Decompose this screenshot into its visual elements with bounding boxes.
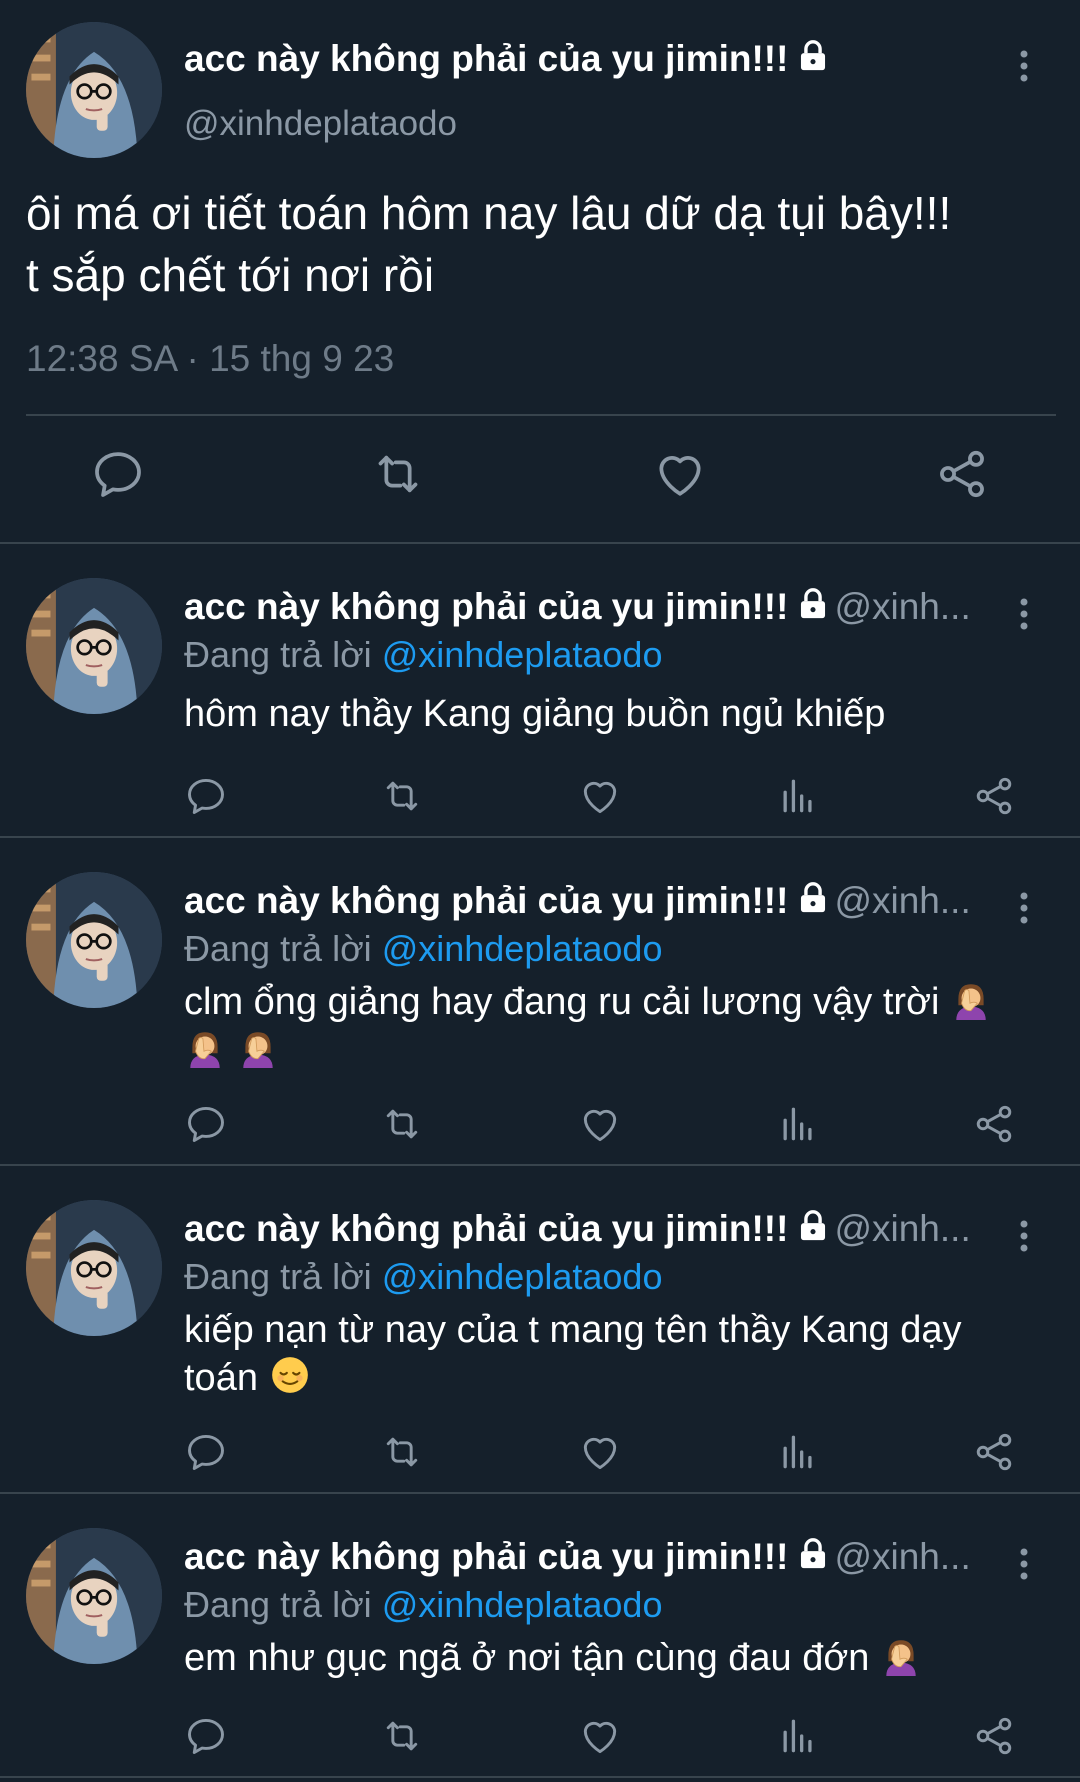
author-name-row[interactable]: acc này không phải của yu jimin!!! @xinh.… (184, 1208, 1014, 1250)
tweet-text: em như gục ngã ở nơi tận cùng đau đớn (184, 1634, 1044, 1682)
face-palm-emoji (184, 1026, 226, 1068)
replying-to: Đang trả lời @xinhdeplataodo (184, 928, 662, 970)
reply-tweet[interactable]: acc này không phải của yu jimin!!! @xinh.… (0, 544, 1080, 836)
reply-icon[interactable] (184, 1714, 228, 1758)
lock-icon (796, 1537, 830, 1576)
author-name-row[interactable]: acc này không phải của yu jimin!!! @xinh.… (184, 1536, 1014, 1578)
face-palm-emoji (950, 978, 992, 1020)
author-handle[interactable]: @xinhdeplataodo (184, 104, 457, 144)
author-handle[interactable]: @xinh... (834, 880, 970, 921)
retweet-icon[interactable] (380, 774, 424, 818)
like-icon[interactable] (578, 1430, 622, 1474)
share-icon[interactable] (972, 774, 1016, 818)
divider (0, 1776, 1080, 1778)
author-handle[interactable]: @xinh... (834, 586, 970, 627)
replying-prefix: Đang trả lời (184, 634, 372, 675)
tweet-actions (0, 1102, 1080, 1152)
tweet-text: hôm nay thầy Kang giảng buồn ngủ khiếp (184, 693, 886, 735)
divider (26, 414, 1056, 416)
mention-link[interactable]: @xinhdeplataodo (382, 1256, 663, 1297)
reply-icon[interactable] (184, 1102, 228, 1146)
tweet-actions (0, 446, 1080, 506)
retweet-icon[interactable] (370, 446, 426, 502)
retweet-icon[interactable] (380, 1102, 424, 1146)
lock-icon (796, 587, 830, 626)
author-handle[interactable]: @xinh... (834, 1536, 970, 1577)
like-icon[interactable] (578, 1102, 622, 1146)
more-options-icon[interactable] (1010, 1216, 1038, 1256)
avatar[interactable] (26, 1200, 162, 1336)
analytics-icon[interactable] (776, 1714, 820, 1758)
share-icon[interactable] (972, 1430, 1016, 1474)
author-name[interactable]: acc này không phải của yu jimin!!! (184, 1208, 788, 1249)
avatar-image (26, 1528, 162, 1664)
analytics-icon[interactable] (776, 1430, 820, 1474)
avatar-image (26, 1200, 162, 1336)
replying-to: Đang trả lời @xinhdeplataodo (184, 1584, 662, 1626)
lock-icon (796, 881, 830, 920)
author-name[interactable]: acc này không phải của yu jimin!!! (184, 586, 788, 627)
replying-prefix: Đang trả lời (184, 1256, 372, 1297)
tweet-text-line: ôi má ơi tiết toán hôm nay lâu dữ dạ tụi… (26, 187, 952, 239)
lock-icon (796, 39, 830, 82)
mention-link[interactable]: @xinhdeplataodo (382, 928, 663, 969)
more-options-icon[interactable] (1010, 1544, 1038, 1584)
tweet-thread: acc này không phải của yu jimin!!! @xinh… (0, 0, 1080, 1782)
author-name-row[interactable]: acc này không phải của yu jimin!!! @xinh.… (184, 586, 1014, 628)
tweet-text: clm ổng giảng hay đang ru cải lương vậy … (184, 978, 1044, 1074)
face-palm-emoji (237, 1026, 279, 1068)
share-icon[interactable] (972, 1102, 1016, 1146)
like-icon[interactable] (578, 774, 622, 818)
more-options-icon[interactable] (1010, 46, 1038, 86)
mention-link[interactable]: @xinhdeplataodo (382, 634, 663, 675)
retweet-icon[interactable] (380, 1714, 424, 1758)
author-name[interactable]: acc này không phải của yu jimin!!! (184, 1536, 788, 1577)
avatar[interactable] (26, 872, 162, 1008)
like-icon[interactable] (652, 446, 708, 502)
more-options-icon[interactable] (1010, 594, 1038, 634)
author-handle[interactable]: @xinh... (834, 1208, 970, 1249)
reply-tweet[interactable]: acc này không phải của yu jimin!!! @xinh.… (0, 838, 1080, 1164)
tweet-text-line: t sắp chết tới nơi rồi (26, 249, 435, 301)
tweet-text-content: em như gục ngã ở nơi tận cùng đau đớn (184, 1637, 870, 1679)
author-name-row[interactable]: acc này không phải của yu jimin!!! (184, 38, 830, 82)
share-icon[interactable] (972, 1714, 1016, 1758)
avatar[interactable] (26, 1528, 162, 1664)
analytics-icon[interactable] (776, 1102, 820, 1146)
more-options-icon[interactable] (1010, 888, 1038, 928)
tweet-text-content: clm ổng giảng hay đang ru cải lương vậy … (184, 981, 940, 1023)
reply-icon[interactable] (184, 1430, 228, 1474)
avatar[interactable] (26, 22, 162, 158)
replying-to: Đang trả lời @xinhdeplataodo (184, 1256, 662, 1298)
reply-tweet[interactable]: acc này không phải của yu jimin!!! @xinh.… (0, 1494, 1080, 1776)
lock-icon (796, 1209, 830, 1248)
replying-prefix: Đang trả lời (184, 1584, 372, 1625)
relieved-face-emoji (269, 1354, 311, 1396)
avatar-image (26, 872, 162, 1008)
tweet-text: kiếp nạn từ nay của t mang tên thầy Kang… (184, 1306, 1004, 1402)
avatar[interactable] (26, 578, 162, 714)
mention-link[interactable]: @xinhdeplataodo (382, 1584, 663, 1625)
like-icon[interactable] (578, 1714, 622, 1758)
reply-icon[interactable] (90, 446, 146, 502)
replying-prefix: Đang trả lời (184, 928, 372, 969)
reply-tweet[interactable]: acc này không phải của yu jimin!!! @xinh.… (0, 1166, 1080, 1492)
tweet-text: ôi má ơi tiết toán hôm nay lâu dữ dạ tụi… (26, 182, 1066, 306)
reply-icon[interactable] (184, 774, 228, 818)
avatar-image (26, 578, 162, 714)
analytics-icon[interactable] (776, 774, 820, 818)
tweet-actions (0, 1430, 1080, 1480)
avatar-image (26, 22, 162, 158)
tweet-actions (0, 774, 1080, 824)
author-name[interactable]: acc này không phải của yu jimin!!! (184, 880, 788, 921)
main-tweet[interactable]: acc này không phải của yu jimin!!! @xinh… (0, 0, 1080, 542)
face-palm-emoji (880, 1634, 922, 1676)
tweet-timestamp[interactable]: 12:38 SA · 15 thg 9 23 (26, 338, 394, 380)
author-name-row[interactable]: acc này không phải của yu jimin!!! @xinh.… (184, 880, 1014, 922)
tweet-actions (0, 1714, 1080, 1764)
author-name[interactable]: acc này không phải của yu jimin!!! (184, 38, 788, 79)
share-icon[interactable] (934, 446, 990, 502)
retweet-icon[interactable] (380, 1430, 424, 1474)
replying-to: Đang trả lời @xinhdeplataodo (184, 634, 662, 676)
